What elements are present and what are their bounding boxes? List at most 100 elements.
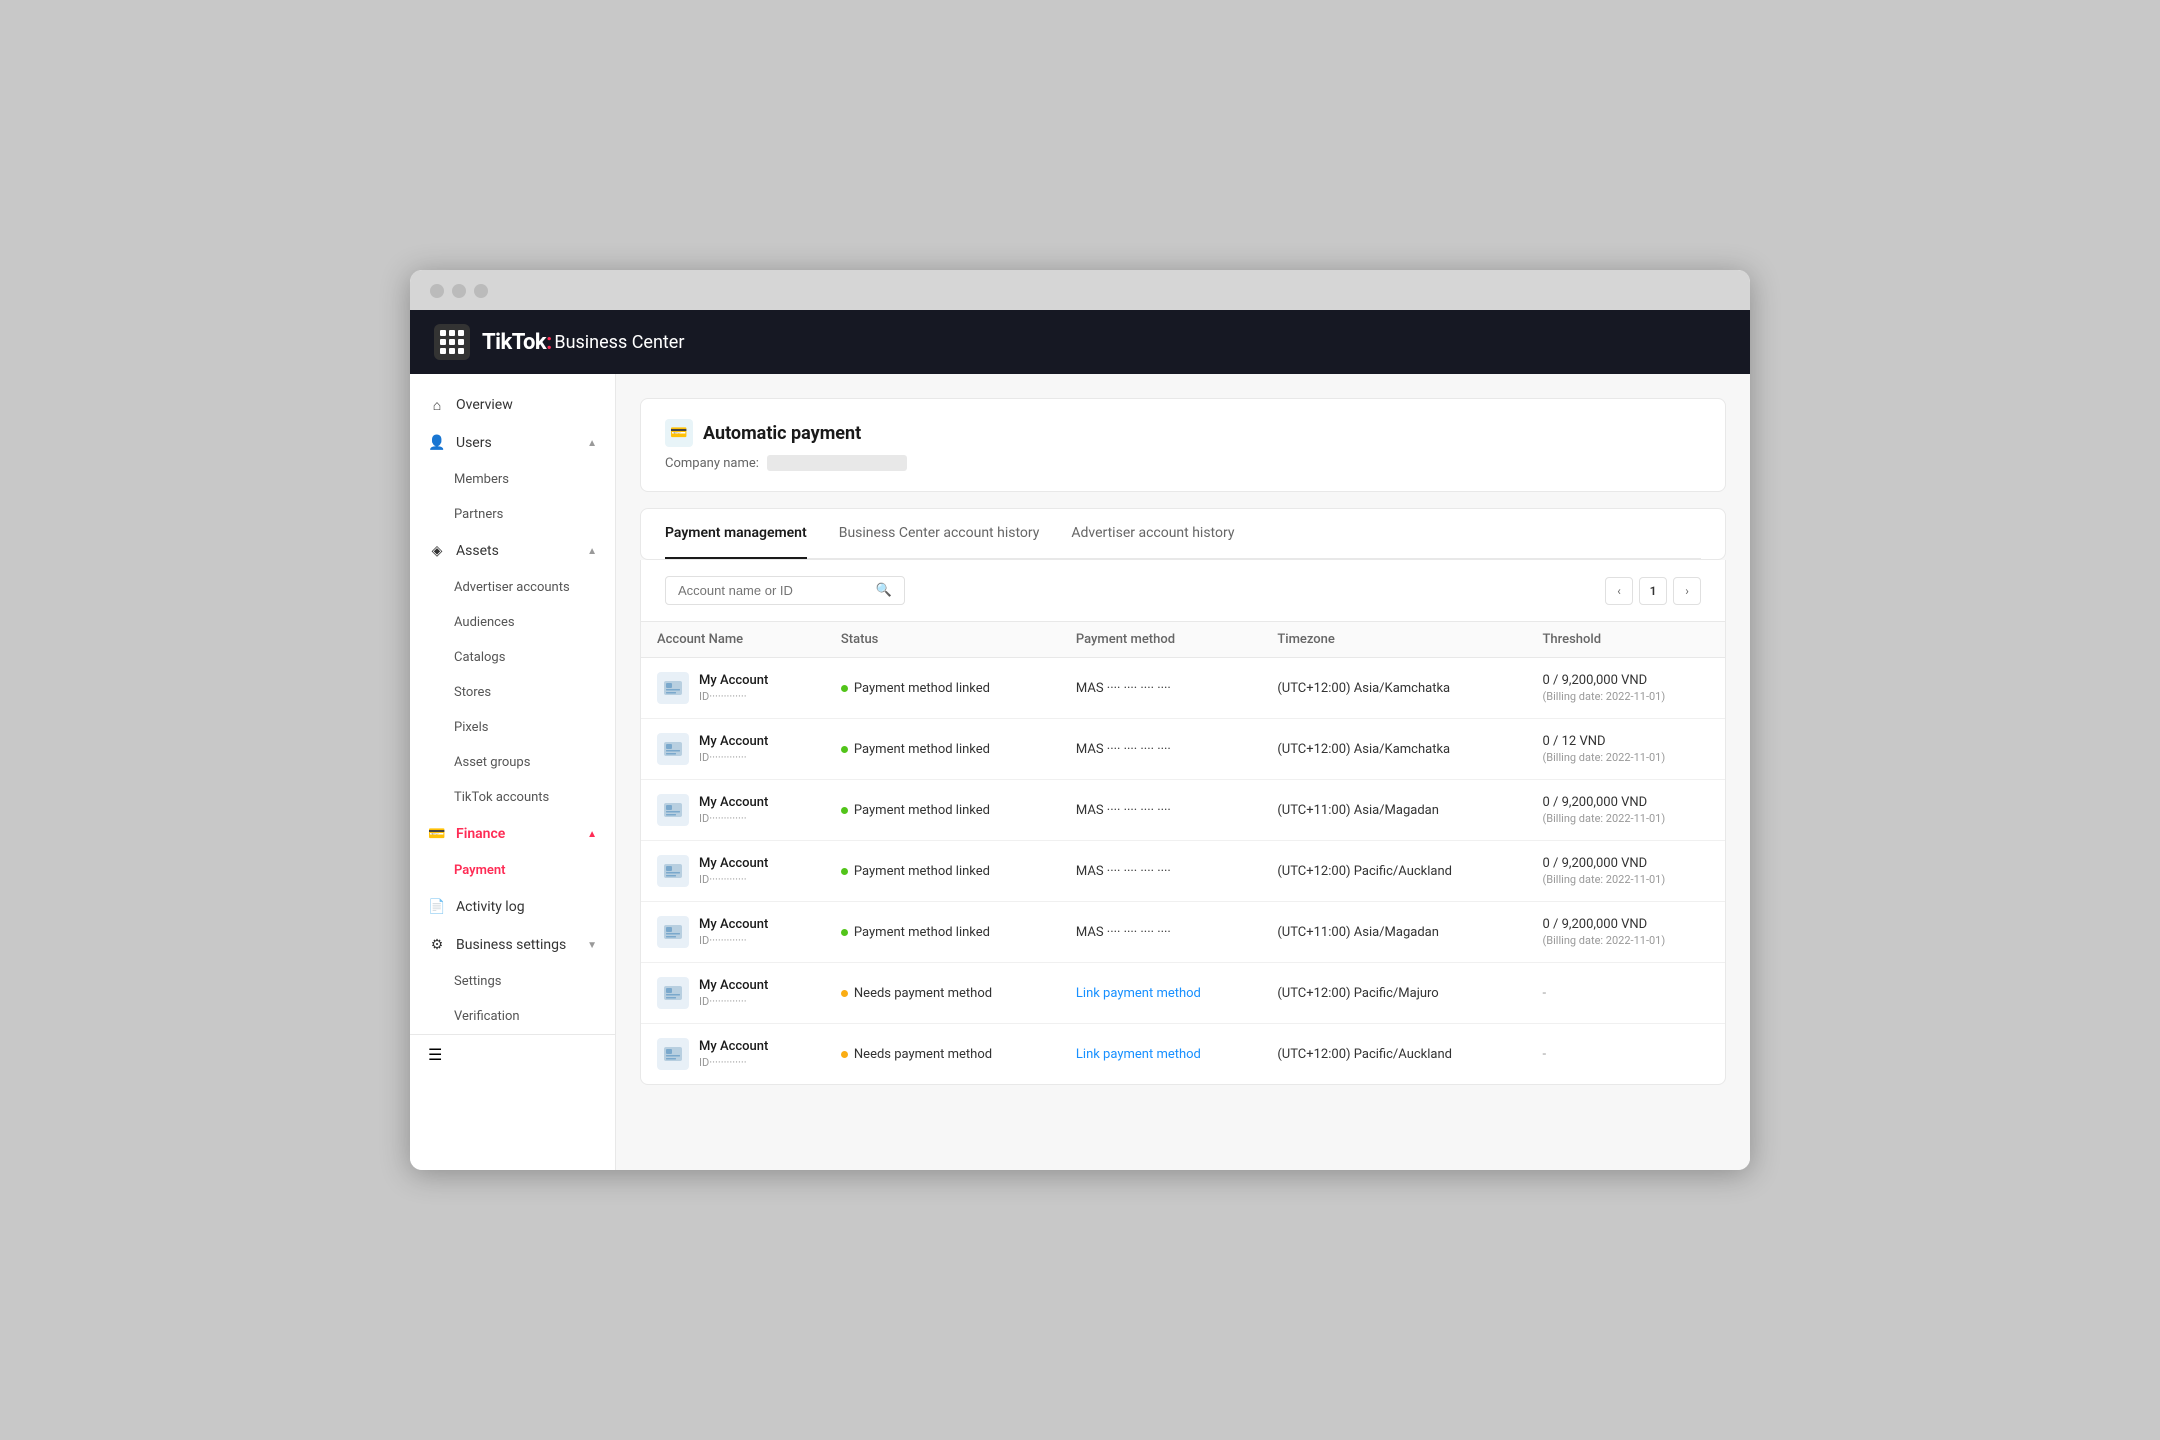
grid-dot <box>449 339 455 345</box>
sidebar-item-users[interactable]: 👤 Users ▲ <box>410 424 615 462</box>
table-cell-timezone: (UTC+11:00) Asia/Magadan <box>1261 780 1526 841</box>
sidebar-label-business-settings: Business settings <box>456 937 566 953</box>
main-content: 💳 Automatic payment Company name: Paymen… <box>616 374 1750 1170</box>
col-timezone: Timezone <box>1261 622 1526 658</box>
sidebar-item-advertiser-accounts[interactable]: Advertiser accounts <box>410 570 615 605</box>
col-threshold: Threshold <box>1527 622 1726 658</box>
sidebar-label-finance: Finance <box>456 826 505 842</box>
threshold-dash: - <box>1543 1047 1547 1062</box>
sidebar-label-members: Members <box>454 472 509 487</box>
account-info: My Account ID············· <box>699 795 768 825</box>
sidebar-item-catalogs[interactable]: Catalogs <box>410 640 615 675</box>
dot-red <box>430 284 444 298</box>
sidebar-item-asset-groups[interactable]: Asset groups <box>410 745 615 780</box>
threshold-value: 0 / 9,200,000 VND (Billing date: 2022-11… <box>1543 917 1710 947</box>
current-page[interactable]: 1 <box>1639 577 1667 605</box>
sidebar: ⌂ Overview 👤 Users ▲ Members Partners ◈ … <box>410 374 616 1170</box>
status-cell: Needs payment method <box>841 986 1044 1001</box>
browser-dots <box>430 284 1730 310</box>
col-account-name: Account Name <box>641 622 825 658</box>
account-name: My Account <box>699 978 768 993</box>
sidebar-item-audiences[interactable]: Audiences <box>410 605 615 640</box>
sidebar-item-assets[interactable]: ◈ Assets ▲ <box>410 532 615 570</box>
table-cell-threshold: - <box>1527 963 1726 1024</box>
grid-menu-button[interactable] <box>434 324 470 360</box>
account-name: My Account <box>699 673 768 688</box>
tab-payment-management[interactable]: Payment management <box>665 509 807 559</box>
tab-advertiser-account-history[interactable]: Advertiser account history <box>1071 509 1234 559</box>
logo-colon: : <box>546 330 552 355</box>
sidebar-item-business-settings[interactable]: ⚙ Business settings ▼ <box>410 926 615 964</box>
tab-bc-account-history[interactable]: Business Center account history <box>839 509 1040 559</box>
table-cell-status: Needs payment method <box>825 963 1060 1024</box>
pagination: ‹ 1 › <box>1605 577 1701 605</box>
account-cell: My Account ID············· <box>657 672 809 704</box>
dot-yellow <box>452 284 466 298</box>
account-avatar-icon <box>664 986 682 1000</box>
chevron-up-finance-icon: ▲ <box>587 829 597 840</box>
sidebar-item-tiktok-accounts[interactable]: TikTok accounts <box>410 780 615 815</box>
threshold-value: 0 / 9,200,000 VND (Billing date: 2022-11… <box>1543 795 1710 825</box>
account-cell: My Account ID············· <box>657 1038 809 1070</box>
sidebar-item-finance[interactable]: 💳 Finance ▲ <box>410 815 615 853</box>
browser-window: TikTok : Business Center ⌂ Overview 👤 Us… <box>410 270 1750 1170</box>
table-cell-payment: Link payment method <box>1060 1024 1261 1085</box>
status-text: Payment method linked <box>854 925 990 940</box>
app-header: TikTok : Business Center <box>410 310 1750 374</box>
table-cell-status: Payment method linked <box>825 902 1060 963</box>
sidebar-label-tiktok-accounts: TikTok accounts <box>454 790 549 805</box>
table-cell-payment: MAS ···· ···· ···· ···· <box>1060 658 1261 719</box>
grid-dot <box>458 348 464 354</box>
next-page-button[interactable]: › <box>1673 577 1701 605</box>
sidebar-item-pixels[interactable]: Pixels <box>410 710 615 745</box>
sidebar-item-overview[interactable]: ⌂ Overview <box>410 386 615 424</box>
search-box[interactable]: 🔍 <box>665 576 905 605</box>
company-name-value <box>767 455 907 471</box>
sidebar-label-catalogs: Catalogs <box>454 650 505 665</box>
prev-page-button[interactable]: ‹ <box>1605 577 1633 605</box>
payment-method-text: MAS ···· ···· ···· ···· <box>1076 925 1171 940</box>
account-id: ID············· <box>699 812 768 825</box>
threshold-value: 0 / 9,200,000 VND (Billing date: 2022-11… <box>1543 856 1710 886</box>
main-layout: ⌂ Overview 👤 Users ▲ Members Partners ◈ … <box>410 374 1750 1170</box>
sidebar-item-members[interactable]: Members <box>410 462 615 497</box>
sidebar-item-settings[interactable]: Settings <box>410 964 615 999</box>
search-input[interactable] <box>678 583 870 598</box>
account-avatar <box>657 733 689 765</box>
table-row: My Account ID············· Payment metho… <box>641 719 1725 780</box>
sidebar-item-payment[interactable]: Payment <box>410 853 615 888</box>
table-cell-account-name: My Account ID············· <box>641 719 825 780</box>
table-row: My Account ID············· Needs payment… <box>641 1024 1725 1085</box>
account-id: ID············· <box>699 873 768 886</box>
activity-log-icon: 📄 <box>428 898 446 916</box>
sidebar-item-stores[interactable]: Stores <box>410 675 615 710</box>
sidebar-item-verification[interactable]: Verification <box>410 999 615 1034</box>
col-payment-method: Payment method <box>1060 622 1261 658</box>
sidebar-item-activity-log[interactable]: 📄 Activity log <box>410 888 615 926</box>
finance-icon: 💳 <box>428 825 446 843</box>
payment-page-icon: 💳 <box>665 419 693 447</box>
sidebar-collapse-button[interactable]: ☰ <box>410 1034 615 1074</box>
threshold-sub: (Billing date: 2022-11-01) <box>1543 934 1710 947</box>
threshold-sub: (Billing date: 2022-11-01) <box>1543 690 1710 703</box>
status-dot <box>841 990 848 997</box>
table-cell-payment: MAS ···· ···· ···· ···· <box>1060 841 1261 902</box>
account-avatar-icon <box>664 1047 682 1061</box>
table-cell-account-name: My Account ID············· <box>641 902 825 963</box>
threshold-main: 0 / 9,200,000 VND <box>1543 856 1710 871</box>
account-avatar-icon <box>664 681 682 695</box>
account-info: My Account ID············· <box>699 978 768 1008</box>
table-cell-payment: Link payment method <box>1060 963 1261 1024</box>
threshold-value: 0 / 9,200,000 VND (Billing date: 2022-11… <box>1543 673 1710 703</box>
sidebar-item-partners[interactable]: Partners <box>410 497 615 532</box>
page-title: Automatic payment <box>703 423 861 444</box>
table-cell-timezone: (UTC+12:00) Pacific/Majuro <box>1261 963 1526 1024</box>
table-cell-status: Payment method linked <box>825 780 1060 841</box>
grid-dot <box>440 330 446 336</box>
table-cell-timezone: (UTC+12:00) Asia/Kamchatka <box>1261 658 1526 719</box>
link-payment-button[interactable]: Link payment method <box>1076 986 1201 1001</box>
link-payment-button[interactable]: Link payment method <box>1076 1047 1201 1062</box>
sidebar-label-assets: Assets <box>456 543 499 559</box>
threshold-sub: (Billing date: 2022-11-01) <box>1543 812 1710 825</box>
table-body: My Account ID············· Payment metho… <box>641 658 1725 1085</box>
